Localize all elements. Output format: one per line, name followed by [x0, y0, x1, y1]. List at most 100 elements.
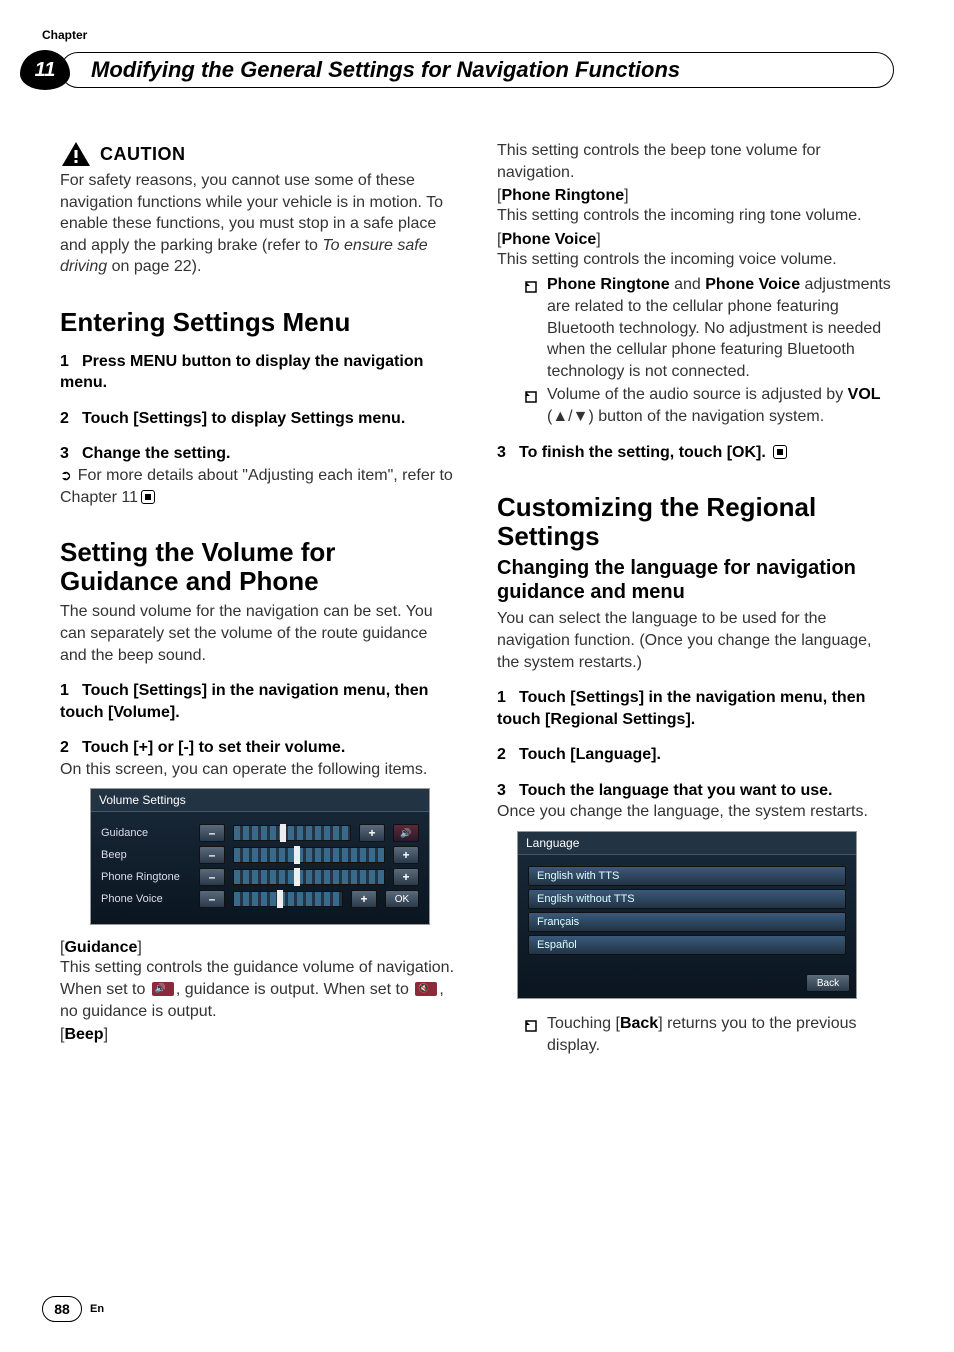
language-screenshot: Language English with TTS English withou… [517, 831, 857, 999]
finish-step-3: 3To finish the setting, touch [OK]. [497, 442, 894, 464]
bullet-vol-note: Volume of the audio source is adjusted b… [525, 384, 894, 427]
page-footer: 88 En [42, 1296, 104, 1322]
lang-option[interactable]: Français [528, 912, 846, 932]
minus-button[interactable]: – [199, 846, 225, 864]
vol-step-1: 1Touch [Settings] in the navigation menu… [60, 680, 457, 723]
caution-body: For safety reasons, you cannot use some … [60, 170, 457, 278]
ss-label-guidance: Guidance [101, 827, 191, 839]
end-section-icon [141, 490, 155, 504]
reg-step-1-text: Touch [Settings] in the navigation menu,… [497, 689, 865, 728]
minus-button[interactable]: – [199, 890, 225, 908]
voice-label-text: Phone Voice [501, 231, 596, 248]
vol-step-2-body: On this screen, you can operate the foll… [60, 759, 457, 781]
b1b: Phone Voice [705, 276, 800, 293]
back-button[interactable]: Back [806, 974, 850, 992]
plus-button[interactable]: + [393, 868, 419, 886]
square-bullet-icon [525, 1017, 537, 1056]
ss-row-ringtone: Phone Ringtone – + [101, 868, 419, 886]
volume-bar[interactable] [233, 847, 385, 863]
reg-num-2: 2 [497, 744, 519, 766]
minus-button[interactable]: – [199, 868, 225, 886]
gb1: When set to [60, 981, 150, 998]
vol-step-num-1: 1 [60, 680, 82, 702]
ok-button[interactable]: OK [385, 890, 419, 908]
volume-bar[interactable] [233, 891, 343, 907]
section-regional-heading: Customizing the Regional Settings [497, 493, 894, 550]
step-3-text: Change the setting. [82, 445, 230, 462]
beep-label-text: Beep [64, 1026, 103, 1043]
sound-on-icon [152, 982, 174, 996]
ringtone-bracket-label: [Phone Ringtone] [497, 187, 894, 205]
b1m: and [670, 276, 706, 293]
reg-step-3-text: Touch the language that you want to use. [519, 782, 833, 799]
plus-button[interactable]: + [351, 890, 377, 908]
ss-row-beep: Beep – + [101, 846, 419, 864]
b2c: (▲/▼) button of the navigation system. [547, 408, 824, 425]
step-3: 3Change the setting. [60, 443, 457, 465]
end-section-icon [773, 445, 787, 459]
ss-row-voice: Phone Voice – + OK [101, 890, 419, 908]
reg-step-2-text: Touch [Language]. [519, 746, 661, 763]
page-number-badge: 88 [42, 1296, 82, 1322]
step-num-2: 2 [60, 408, 82, 430]
reg-step-3-body: Once you change the language, the system… [497, 801, 894, 823]
beep-bracket-label: [Beep] [60, 1026, 457, 1044]
bullet-back-note: Touching [Back] returns you to the previ… [525, 1013, 894, 1056]
volume-intro: The sound volume for the navigation can … [60, 601, 457, 666]
note-text: For more details about "Adjusting each i… [60, 467, 453, 506]
reg-step-2: 2Touch [Language]. [497, 744, 894, 766]
reg-num-3: 3 [497, 780, 519, 802]
beep-body: This setting controls the beep tone volu… [497, 140, 894, 183]
bullet-bluetooth-note: Phone Ringtone and Phone Voice adjustmen… [525, 274, 894, 382]
plus-button[interactable]: + [393, 846, 419, 864]
reg-step-1: 1Touch [Settings] in the navigation menu… [497, 687, 894, 730]
plus-button[interactable]: + [359, 824, 385, 842]
h2-part-mid: Settings [173, 307, 276, 337]
reg-step-3: 3Touch the language that you want to use… [497, 780, 894, 802]
bk-a: Touching [ [547, 1015, 620, 1032]
gb2: , guidance is output. When set to [176, 981, 413, 998]
b2b: VOL [848, 386, 881, 403]
ss-label-beep: Beep [101, 849, 191, 861]
step-1-text: Press MENU button to display the navigat… [60, 353, 423, 392]
caution-icon [60, 140, 92, 168]
step-2-text: Touch [Settings] to display Settings men… [82, 410, 405, 427]
square-bullet-icon [525, 388, 537, 427]
volume-bar[interactable] [233, 869, 385, 885]
volume-bar[interactable] [233, 825, 351, 841]
finish-num-3: 3 [497, 442, 519, 464]
lang-option[interactable]: English without TTS [528, 889, 846, 909]
step-2: 2Touch [Settings] to display Settings me… [60, 408, 457, 430]
caution-heading: CAUTION [100, 144, 186, 165]
ss-label-ringtone: Phone Ringtone [101, 871, 191, 883]
lang-option[interactable]: English with TTS [528, 866, 846, 886]
section-volume-heading: Setting the Volume for Guidance and Phon… [60, 538, 457, 595]
page-header: Modifying the General Settings for Navig… [60, 52, 894, 88]
ringtone-body: This setting controls the incoming ring … [497, 205, 894, 227]
page-title: Modifying the General Settings for Navig… [91, 57, 680, 83]
vol-step-2: 2Touch [+] or [-] to set their volume. [60, 737, 457, 759]
voice-body: This setting controls the incoming voice… [497, 249, 894, 271]
h2-part-a: Entering [60, 307, 173, 337]
vol-step-1-text: Touch [Settings] in the navigation menu,… [60, 682, 428, 721]
guidance-bracket-label: [Guidance] [60, 939, 457, 957]
guidance-label-text: Guidance [64, 939, 137, 956]
volume-settings-screenshot: Volume Settings Guidance – + 🔊 Beep – + [90, 788, 430, 925]
right-column: This setting controls the beep tone volu… [497, 140, 894, 1056]
ss-title: Volume Settings [91, 789, 429, 812]
lang-option[interactable]: Español [528, 935, 846, 955]
step-num-1: 1 [60, 351, 82, 373]
mute-toggle-button[interactable]: 🔊 [393, 824, 419, 842]
sound-off-icon [415, 982, 437, 996]
bk-b: Back [620, 1015, 658, 1032]
step-3-note: For more details about "Adjusting each i… [60, 465, 457, 508]
left-column: CAUTION For safety reasons, you cannot u… [60, 140, 457, 1056]
section-entering-settings-heading: Entering Settings Menu [60, 308, 457, 337]
caution-text-b: on page 22). [107, 258, 201, 275]
guidance-body-a: This setting controls the guidance volum… [60, 957, 457, 979]
ringtone-label-text: Phone Ringtone [501, 187, 624, 204]
b1a: Phone Ringtone [547, 276, 670, 293]
chapter-label: Chapter [42, 28, 87, 42]
ss-row-guidance: Guidance – + 🔊 [101, 824, 419, 842]
minus-button[interactable]: – [199, 824, 225, 842]
